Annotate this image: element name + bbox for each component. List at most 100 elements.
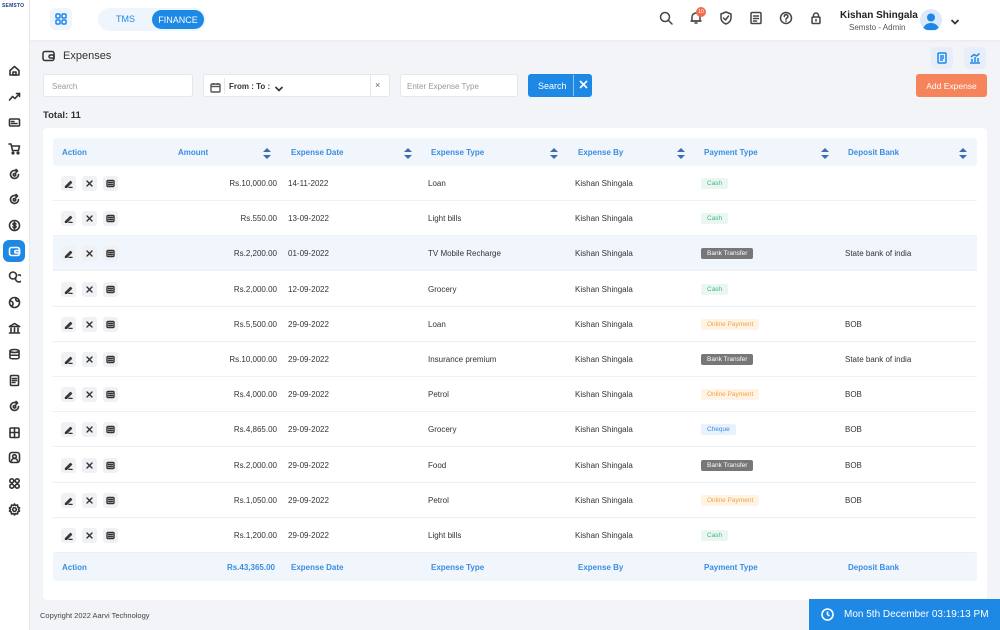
apps-grid-button[interactable] (50, 8, 72, 30)
view-document-icon[interactable] (103, 211, 118, 227)
expense-by-cell: Kishan Shingala (575, 214, 633, 224)
sidebar-item-11[interactable] (3, 317, 25, 339)
sidebar-item-14[interactable] (3, 395, 25, 417)
payment-type-badge: Bank Transfer (701, 248, 754, 260)
shield-check-icon[interactable] (718, 10, 734, 26)
refresh-icon (9, 400, 19, 411)
delete-icon[interactable] (82, 281, 97, 297)
date-range-label: From : To : (229, 82, 271, 91)
column-header-expense-by[interactable]: Expense By (578, 148, 623, 157)
mode-tms-button[interactable]: TMS (116, 14, 135, 24)
column-header-expense-date[interactable]: Expense Date (291, 148, 343, 157)
view-document-icon[interactable] (103, 422, 118, 438)
edit-icon[interactable] (61, 528, 76, 543)
sidebar-item-15[interactable] (3, 421, 25, 443)
money-icon (8, 270, 21, 283)
sidebar-item-5[interactable] (3, 163, 25, 185)
clear-date-button[interactable]: × (375, 80, 380, 90)
delete-icon[interactable] (82, 316, 97, 332)
view-document-icon[interactable] (103, 246, 118, 262)
sort-icon[interactable] (677, 146, 685, 164)
delete-icon[interactable] (82, 422, 97, 438)
notification-bell-icon[interactable]: 10 (688, 7, 706, 26)
notes-icon[interactable] (748, 10, 764, 26)
date-range-picker[interactable]: From : To : × (203, 74, 390, 97)
sort-icon[interactable] (404, 146, 412, 164)
grid-icon (55, 13, 67, 25)
expense-type-input[interactable]: Enter Expense Type (400, 74, 518, 97)
column-header-payment-type[interactable]: Payment Type (704, 148, 758, 157)
sidebar-item-12[interactable] (3, 343, 25, 365)
edit-icon[interactable] (61, 352, 76, 367)
view-document-icon[interactable] (103, 528, 118, 543)
edit-icon[interactable] (61, 176, 76, 191)
expense-type-cell: Grocery (428, 425, 457, 435)
view-document-icon[interactable] (103, 352, 118, 367)
column-header-action: Action (62, 148, 87, 157)
delete-icon[interactable] (82, 492, 97, 508)
expense-by-cell: Kishan Shingala (575, 425, 633, 435)
report-button[interactable] (931, 47, 953, 69)
chevron-down-icon[interactable] (950, 14, 960, 32)
edit-icon[interactable] (61, 457, 76, 473)
sidebar-item-9[interactable] (3, 265, 25, 287)
user-icon (8, 451, 20, 463)
sidebar-item-13[interactable] (3, 369, 25, 391)
edit-icon[interactable] (61, 492, 76, 508)
search-icon[interactable] (658, 10, 674, 26)
sidebar-item-3[interactable] (3, 111, 25, 133)
sidebar-item-17[interactable] (3, 472, 25, 494)
delete-icon[interactable] (82, 387, 97, 403)
sort-icon[interactable] (959, 146, 967, 164)
analytics-button[interactable] (964, 47, 986, 69)
mode-finance-button[interactable]: FINANCE (152, 10, 204, 29)
sort-icon[interactable] (550, 146, 558, 164)
column-header-deposit-bank[interactable]: Deposit Bank (848, 148, 899, 157)
avatar[interactable] (920, 9, 942, 31)
edit-icon[interactable] (61, 316, 76, 332)
expense-date-cell: 29-09-2022 (288, 319, 329, 329)
amount-cell: Rs.1,200.00 (233, 531, 277, 540)
sort-icon[interactable] (263, 146, 271, 164)
expenses-table: Action Amount Expense Date Expense Type … (43, 128, 987, 600)
delete-icon[interactable] (82, 211, 97, 227)
edit-icon[interactable] (61, 246, 76, 262)
sidebar-item-10[interactable] (3, 291, 25, 313)
delete-icon[interactable] (82, 176, 97, 191)
view-document-icon[interactable] (103, 316, 118, 332)
view-document-icon[interactable] (103, 387, 118, 403)
delete-icon[interactable] (82, 246, 97, 262)
view-document-icon[interactable] (103, 492, 118, 508)
table-row: Rs.1,050.00 29-09-2022 Petrol Kishan Shinga… (53, 483, 977, 518)
delete-icon[interactable] (82, 352, 97, 367)
sidebar-item-16[interactable] (3, 446, 25, 468)
sidebar-item-4[interactable] (3, 137, 25, 159)
edit-icon[interactable] (61, 422, 76, 438)
edit-icon[interactable] (61, 211, 76, 227)
search-button[interactable]: Search (528, 74, 592, 97)
add-expense-button[interactable]: Add Expense (916, 74, 987, 97)
help-icon[interactable] (778, 10, 794, 26)
sidebar-item-7[interactable] (3, 214, 25, 236)
sidebar-item-1[interactable] (3, 59, 25, 81)
sidebar-item-6[interactable] (3, 188, 25, 210)
view-document-icon[interactable] (103, 176, 118, 191)
edit-icon[interactable] (61, 281, 76, 297)
edit-icon[interactable] (61, 387, 76, 403)
view-document-icon[interactable] (103, 281, 118, 297)
sidebar-item-18[interactable] (3, 498, 25, 520)
column-header-expense-type[interactable]: Expense Type (431, 148, 484, 157)
lock-icon[interactable] (808, 10, 824, 26)
close-icon[interactable] (579, 80, 588, 91)
delete-icon[interactable] (82, 457, 97, 473)
sidebar-item-8[interactable] (3, 240, 25, 262)
table-row: Rs.2,000.00 12-09-2022 Grocery Kishan Shing… (53, 272, 977, 307)
sort-icon[interactable] (821, 146, 829, 164)
sidebar-item-2[interactable] (3, 85, 25, 107)
chevron-down-icon[interactable] (274, 81, 284, 99)
search-input[interactable]: Search (43, 74, 193, 97)
column-header-amount[interactable]: Amount (178, 148, 208, 157)
view-document-icon[interactable] (103, 457, 118, 473)
table-row: Rs.4,000.00 29-09-2022 Petrol Kishan Shinga… (53, 377, 977, 413)
delete-icon[interactable] (82, 528, 97, 543)
